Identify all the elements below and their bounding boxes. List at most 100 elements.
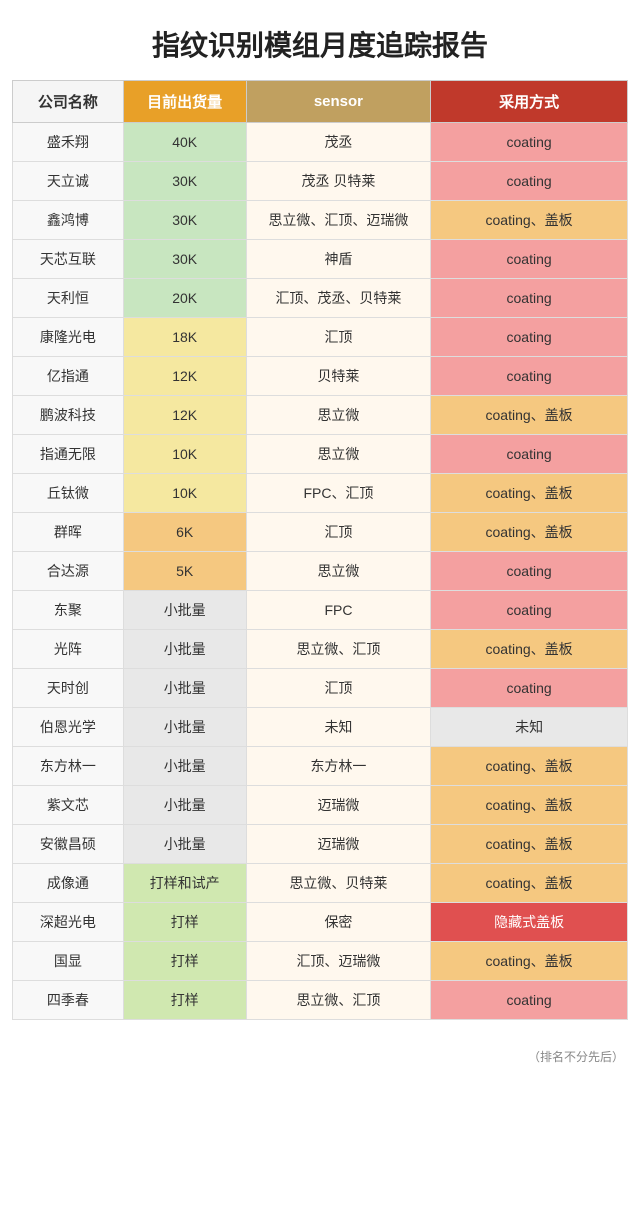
table-row: 天时创小批量汇顶coating — [13, 669, 628, 708]
table-row: 盛禾翔40K茂丞coating — [13, 123, 628, 162]
table-row: 合达源5K思立微coating — [13, 552, 628, 591]
method-value: coating — [431, 123, 628, 162]
company-name: 四季春 — [13, 981, 124, 1020]
method-value: 隐藏式盖板 — [431, 903, 628, 942]
sensor-value: 思立微 — [246, 435, 431, 474]
shipment-value: 小批量 — [123, 591, 246, 630]
company-name: 指通无限 — [13, 435, 124, 474]
method-value: coating、盖板 — [431, 474, 628, 513]
sensor-value: FPC、汇顶 — [246, 474, 431, 513]
shipment-value: 10K — [123, 474, 246, 513]
table-row: 鑫鸿博30K思立微、汇顶、迈瑞微coating、盖板 — [13, 201, 628, 240]
table-row: 天芯互联30K神盾coating — [13, 240, 628, 279]
table-row: 伯恩光学小批量未知未知 — [13, 708, 628, 747]
shipment-value: 40K — [123, 123, 246, 162]
company-name: 天芯互联 — [13, 240, 124, 279]
shipment-value: 小批量 — [123, 825, 246, 864]
sensor-value: 思立微 — [246, 552, 431, 591]
company-name: 盛禾翔 — [13, 123, 124, 162]
company-name: 天时创 — [13, 669, 124, 708]
sensor-value: FPC — [246, 591, 431, 630]
shipment-value: 30K — [123, 201, 246, 240]
method-value: coating、盖板 — [431, 201, 628, 240]
shipment-value: 18K — [123, 318, 246, 357]
sensor-value: 思立微 — [246, 396, 431, 435]
sensor-value: 思立微、汇顶 — [246, 630, 431, 669]
method-value: 未知 — [431, 708, 628, 747]
table-wrapper: 公司名称 目前出货量 sensor 采用方式 盛禾翔40K茂丞coating天立… — [0, 80, 640, 1044]
company-name: 东聚 — [13, 591, 124, 630]
sensor-value: 贝特莱 — [246, 357, 431, 396]
method-value: coating、盖板 — [431, 825, 628, 864]
shipment-value: 打样 — [123, 903, 246, 942]
company-name: 群晖 — [13, 513, 124, 552]
table-row: 成像通打样和试产思立微、贝特莱coating、盖板 — [13, 864, 628, 903]
sensor-value: 汇顶、迈瑞微 — [246, 942, 431, 981]
method-value: coating — [431, 318, 628, 357]
main-table: 公司名称 目前出货量 sensor 采用方式 盛禾翔40K茂丞coating天立… — [12, 80, 628, 1020]
sensor-value: 思立微、贝特莱 — [246, 864, 431, 903]
shipment-value: 小批量 — [123, 708, 246, 747]
method-value: coating、盖板 — [431, 786, 628, 825]
company-name: 深超光电 — [13, 903, 124, 942]
company-name: 伯恩光学 — [13, 708, 124, 747]
shipment-value: 6K — [123, 513, 246, 552]
method-value: coating、盖板 — [431, 747, 628, 786]
shipment-value: 小批量 — [123, 630, 246, 669]
shipment-value: 5K — [123, 552, 246, 591]
company-name: 东方林一 — [13, 747, 124, 786]
page-title: 指纹识别模组月度追踪报告 — [0, 0, 640, 80]
method-value: coating — [431, 981, 628, 1020]
table-row: 东聚小批量FPCcoating — [13, 591, 628, 630]
sensor-value: 汇顶 — [246, 318, 431, 357]
table-row: 鹏波科技12K思立微coating、盖板 — [13, 396, 628, 435]
method-value: coating、盖板 — [431, 864, 628, 903]
sensor-value: 茂丞 贝特莱 — [246, 162, 431, 201]
method-value: coating — [431, 552, 628, 591]
method-value: coating、盖板 — [431, 396, 628, 435]
shipment-value: 打样 — [123, 981, 246, 1020]
shipment-value: 30K — [123, 162, 246, 201]
sensor-value: 东方林一 — [246, 747, 431, 786]
method-value: coating — [431, 435, 628, 474]
method-value: coating — [431, 357, 628, 396]
sensor-value: 思立微、汇顶、迈瑞微 — [246, 201, 431, 240]
table-row: 指通无限10K思立微coating — [13, 435, 628, 474]
table-row: 康隆光电18K汇顶coating — [13, 318, 628, 357]
method-value: coating — [431, 279, 628, 318]
method-value: coating — [431, 240, 628, 279]
company-name: 成像通 — [13, 864, 124, 903]
sensor-value: 神盾 — [246, 240, 431, 279]
company-name: 鹏波科技 — [13, 396, 124, 435]
table-row: 天利恒20K汇顶、茂丞、贝特莱coating — [13, 279, 628, 318]
sensor-value: 汇顶 — [246, 669, 431, 708]
sensor-value: 思立微、汇顶 — [246, 981, 431, 1020]
shipment-value: 12K — [123, 396, 246, 435]
company-name: 紫文芯 — [13, 786, 124, 825]
sensor-value: 迈瑞微 — [246, 825, 431, 864]
company-name: 亿指通 — [13, 357, 124, 396]
shipment-value: 10K — [123, 435, 246, 474]
col-header-company: 公司名称 — [13, 81, 124, 123]
method-value: coating、盖板 — [431, 942, 628, 981]
sensor-value: 未知 — [246, 708, 431, 747]
company-name: 天立诚 — [13, 162, 124, 201]
table-row: 天立诚30K茂丞 贝特莱coating — [13, 162, 628, 201]
shipment-value: 打样 — [123, 942, 246, 981]
shipment-value: 12K — [123, 357, 246, 396]
shipment-value: 小批量 — [123, 786, 246, 825]
method-value: coating — [431, 162, 628, 201]
method-value: coating — [431, 591, 628, 630]
shipment-value: 30K — [123, 240, 246, 279]
shipment-value: 20K — [123, 279, 246, 318]
sensor-value: 保密 — [246, 903, 431, 942]
shipment-value: 小批量 — [123, 669, 246, 708]
company-name: 安徽昌硕 — [13, 825, 124, 864]
company-name: 合达源 — [13, 552, 124, 591]
table-row: 东方林一小批量东方林一coating、盖板 — [13, 747, 628, 786]
table-row: 深超光电打样保密隐藏式盖板 — [13, 903, 628, 942]
table-row: 亿指通12K贝特莱coating — [13, 357, 628, 396]
company-name: 光阵 — [13, 630, 124, 669]
sensor-value: 汇顶 — [246, 513, 431, 552]
table-row: 紫文芯小批量迈瑞微coating、盖板 — [13, 786, 628, 825]
